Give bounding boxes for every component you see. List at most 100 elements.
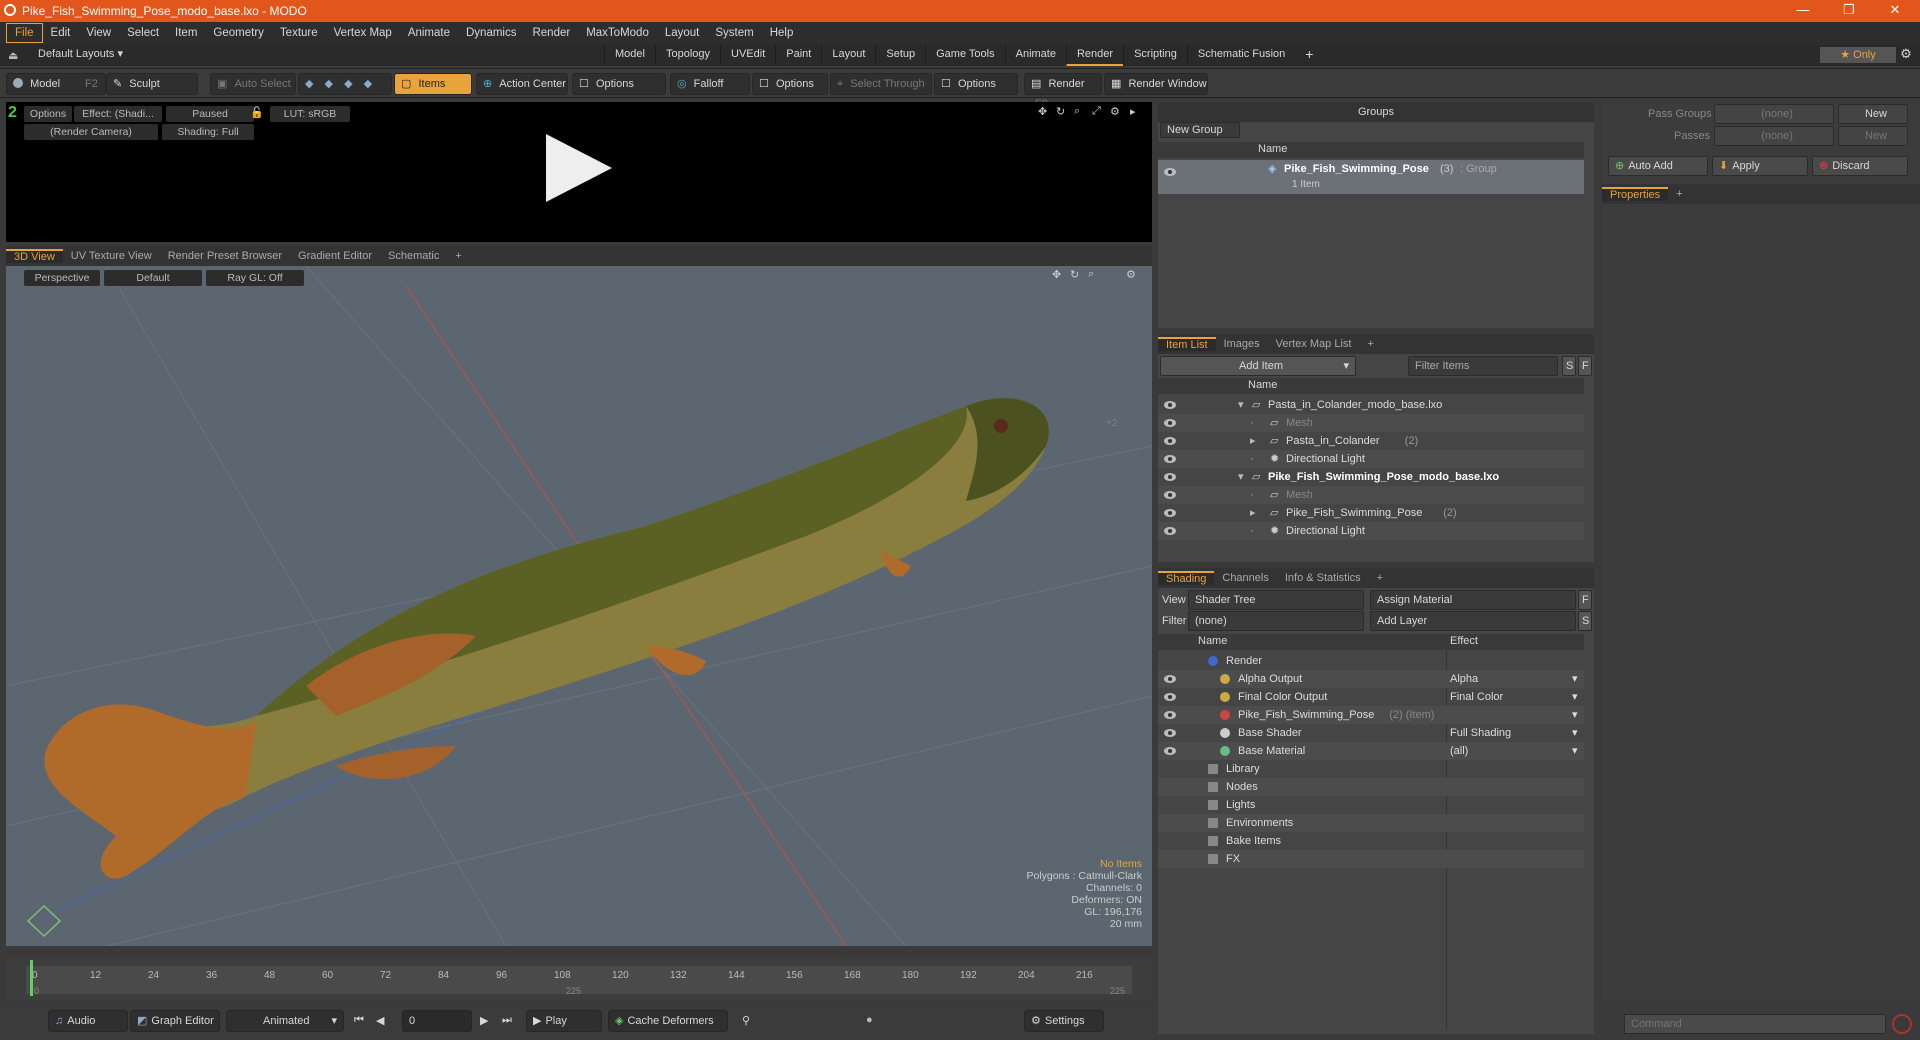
eye-icon[interactable] [1164, 509, 1176, 517]
item-list-row[interactable]: ▾ ▱ Pasta_in_Colander_modo_base.lxo [1158, 396, 1584, 414]
effect-dropdown[interactable]: Effect: (Shadi... [74, 106, 162, 122]
new-pass-group-button[interactable]: New [1838, 104, 1908, 124]
item-list-row[interactable]: · ✹ Directional Light [1158, 450, 1584, 468]
tab-animate[interactable]: Animate [1004, 44, 1066, 66]
paused-button[interactable]: Paused [166, 106, 254, 122]
tab-3d-view[interactable]: 3D View [6, 249, 63, 263]
tab-item-list[interactable]: Item List [1158, 337, 1216, 351]
shader-tree-row[interactable]: Base Shader Full Shading ▾ [1158, 724, 1584, 742]
selection-mode-buttons[interactable]: ◆ ◆ ◆ ◆ [298, 73, 392, 95]
eye-icon[interactable] [1164, 527, 1176, 535]
add-tab-button[interactable]: + [447, 250, 469, 262]
render-window-button[interactable]: ▦ Render Window [1104, 73, 1208, 95]
settings-button[interactable]: ⚙ Settings [1024, 1010, 1104, 1032]
group-row[interactable]: ◈ Pike_Fish_Swimming_Pose (3) : Group 1 … [1158, 160, 1584, 194]
select-through-button[interactable]: ⌖ Select Through [830, 73, 932, 95]
item-list-row[interactable]: ▾ ▱ Pike_Fish_Swimming_Pose_modo_base.lxo [1158, 468, 1584, 486]
menu-dynamics[interactable]: Dynamics [458, 24, 524, 42]
animated-dropdown[interactable]: Animated ▾ [226, 1010, 344, 1032]
tab-render[interactable]: Render [1065, 44, 1124, 66]
menu-system[interactable]: System [707, 24, 761, 42]
sculpt-button[interactable]: ✎ Sculpt [106, 73, 198, 95]
eye-icon[interactable] [1164, 401, 1176, 409]
render-options-button[interactable]: Options [24, 106, 72, 122]
eye-icon[interactable] [1164, 419, 1176, 427]
shader-tree-row[interactable]: Environments [1158, 814, 1584, 832]
tab-vertex-map-list[interactable]: Vertex Map List [1268, 338, 1360, 350]
action-center-options-button[interactable]: ☐ Options [572, 73, 666, 95]
model-mode-button[interactable]: Model F2 [6, 73, 106, 95]
menu-help[interactable]: Help [762, 24, 802, 42]
default-dropdown[interactable]: Default [104, 270, 202, 286]
gear-icon[interactable]: ⚙ [1126, 268, 1136, 281]
filter-dropdown[interactable]: (none) [1188, 611, 1364, 631]
item-list-row[interactable]: ▸ ▱ Pasta_in_Colander (2) [1158, 432, 1584, 450]
tab-paint[interactable]: Paint [775, 44, 821, 66]
tab-uv-texture-view[interactable]: UV Texture View [63, 250, 160, 262]
eye-icon[interactable] [1164, 437, 1176, 445]
passes-dropdown[interactable]: (none) [1714, 126, 1834, 146]
skip-end-icon[interactable]: ⏭ [502, 1014, 512, 1027]
tab-uvedit[interactable]: UVEdit [720, 44, 775, 66]
zoom-icon[interactable]: ⌕ [1074, 105, 1080, 118]
shader-tree-row[interactable]: Render [1158, 652, 1584, 670]
perspective-dropdown[interactable]: Perspective [24, 270, 100, 286]
shader-tree-row[interactable]: Final Color Output Final Color ▾ [1158, 688, 1584, 706]
menu-render[interactable]: Render [524, 24, 578, 42]
filter-items-input[interactable]: Filter Items [1408, 356, 1558, 376]
play-icon[interactable] [546, 134, 612, 202]
menu-texture[interactable]: Texture [272, 24, 326, 42]
menu-file[interactable]: File [6, 23, 43, 43]
audio-button[interactable]: ♫ Audio [48, 1010, 128, 1032]
tab-properties[interactable]: Properties [1602, 187, 1669, 201]
eye-icon[interactable] [1164, 675, 1176, 683]
auto-select-button[interactable]: ▣ Auto Select [210, 73, 296, 95]
s-button[interactable]: S [1578, 611, 1592, 631]
lut-dropdown[interactable]: LUT: sRGB [270, 106, 350, 122]
tab-schematic-fusion[interactable]: Schematic Fusion [1186, 44, 1295, 66]
chevron-down-icon[interactable]: ▾ [1572, 706, 1578, 724]
arrow-right-icon[interactable]: ▸ [1130, 105, 1136, 118]
effect-dropdown[interactable]: (all) [1450, 742, 1468, 760]
select-through-options-button[interactable]: ☐ Options [934, 73, 1018, 95]
camera-dropdown[interactable]: (Render Camera) [24, 124, 158, 140]
key-icon[interactable]: ⚲ [742, 1014, 750, 1027]
falloff-button[interactable]: ◎ Falloff [670, 73, 750, 95]
shader-tree-row[interactable]: Bake Items [1158, 832, 1584, 850]
eye-icon[interactable] [1164, 711, 1176, 719]
eye-icon[interactable] [1164, 473, 1176, 481]
eye-icon[interactable] [1164, 455, 1176, 463]
frame-input[interactable]: 0 [402, 1010, 472, 1032]
render-preview[interactable]: 2 Options Effect: (Shadi... Paused 🔓 LUT… [6, 102, 1152, 242]
graph-editor-button[interactable]: ◩ Graph Editor [130, 1010, 220, 1032]
eye-icon[interactable] [1164, 729, 1176, 737]
tab-topology[interactable]: Topology [654, 44, 720, 66]
gear-icon[interactable]: ⚙ [1896, 46, 1916, 62]
auto-add-button[interactable]: ⊕ Auto Add [1608, 156, 1708, 176]
vertices-icon[interactable]: ◆ [305, 78, 313, 90]
item-list-row[interactable]: · ▱ Mesh [1158, 486, 1584, 504]
discard-button[interactable]: ⊗ Discard [1812, 156, 1908, 176]
assign-material-button[interactable]: Assign Material [1370, 590, 1576, 610]
new-group-button[interactable]: New Group [1160, 122, 1240, 138]
timeline[interactable]: 0 12 24 36 48 60 72 84 96 108 120 132 144 156 168 180 19… [6, 958, 1152, 1000]
s-button[interactable]: S [1562, 356, 1576, 376]
record-icon[interactable] [1892, 1014, 1912, 1034]
default-layouts-dropdown[interactable]: Default Layouts ▾ [38, 47, 123, 60]
expand-arrow-icon[interactable]: ▾ [1238, 468, 1244, 486]
step-forward-icon[interactable]: ▶ [480, 1014, 488, 1027]
step-back-icon[interactable]: ◀ [376, 1014, 384, 1027]
move-icon[interactable]: ✥ [1038, 105, 1047, 118]
menu-animate[interactable]: Animate [400, 24, 458, 42]
menu-item[interactable]: Item [167, 24, 205, 42]
expand-icon[interactable]: ⤢ [1092, 105, 1101, 118]
record-icon[interactable]: ● [866, 1014, 873, 1026]
render-button[interactable]: ▤ Render F9 [1024, 73, 1102, 110]
menu-vertex-map[interactable]: Vertex Map [326, 24, 400, 42]
tab-shading[interactable]: Shading [1158, 571, 1215, 585]
tab-layout[interactable]: Layout [821, 44, 875, 66]
shader-tree-row[interactable]: Lights [1158, 796, 1584, 814]
tab-model[interactable]: Model [604, 44, 655, 66]
expand-arrow-icon[interactable]: ▾ [1238, 396, 1244, 414]
eye-icon[interactable] [1164, 491, 1176, 499]
